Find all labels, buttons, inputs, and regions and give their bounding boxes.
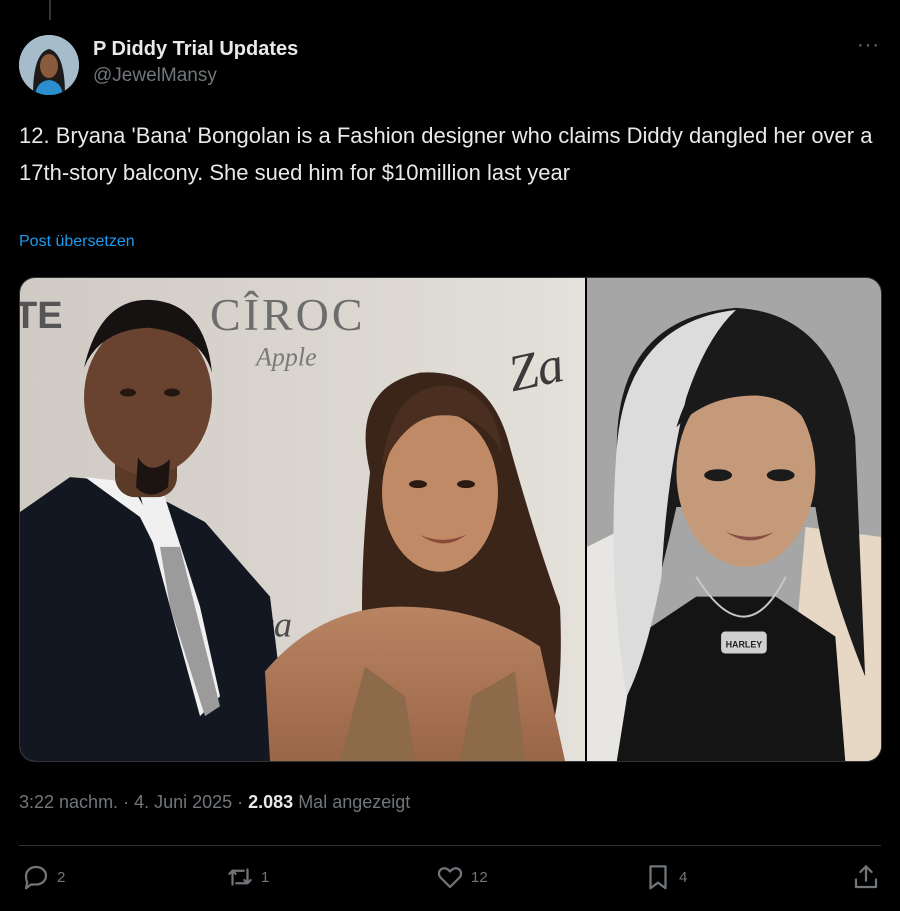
share-button[interactable] — [851, 862, 881, 892]
meta-separator: · — [232, 792, 249, 812]
repost-count: 1 — [261, 868, 270, 886]
repost-icon — [228, 868, 252, 886]
tweet-time[interactable]: 3:22 nachm. — [19, 792, 118, 812]
tweet-meta: 3:22 nachm. · 4. Juni 2025 · 2.083 Mal a… — [19, 792, 410, 813]
more-icon[interactable]: ··· — [857, 34, 880, 57]
views-label: Mal angezeigt — [293, 792, 411, 812]
avatar[interactable] — [19, 35, 79, 95]
bookmark-icon — [649, 865, 667, 890]
reply-icon — [24, 865, 48, 890]
backdrop-text-za: Za — [503, 336, 569, 403]
thread-line — [49, 0, 51, 20]
heart-icon — [437, 867, 463, 889]
like-button[interactable]: 12 — [435, 862, 488, 892]
media-photo-left[interactable]: TE CÎROC Apple Za aca — [20, 278, 585, 761]
bookmark-count: 4 — [679, 868, 688, 886]
author-block[interactable]: P Diddy Trial Updates @JewelMansy — [93, 35, 298, 89]
tweet-text: 12. Bryana 'Bana' Bongolan is a Fashion … — [19, 123, 873, 185]
author-handle[interactable]: @JewelMansy — [93, 63, 298, 89]
action-bar: 2 1 12 4 — [19, 862, 881, 902]
share-icon — [854, 865, 878, 889]
reply-count: 2 — [57, 868, 66, 886]
backdrop-text-apple: Apple — [254, 343, 317, 372]
tweet-media[interactable]: TE CÎROC Apple Za aca — [19, 277, 882, 762]
reply-button[interactable]: 2 — [21, 862, 65, 892]
tweet-date[interactable]: 4. Juni 2025 — [134, 792, 232, 812]
repost-button[interactable]: 1 — [225, 862, 269, 892]
backdrop-text-ciroc: CÎROC — [210, 289, 366, 340]
like-count: 12 — [471, 868, 488, 886]
author-display-name[interactable]: P Diddy Trial Updates — [93, 35, 298, 63]
media-photo-right[interactable]: HARLEY — [585, 278, 881, 761]
views-count: 2.083 — [248, 792, 294, 812]
meta-separator: · — [118, 792, 135, 812]
translate-link[interactable]: Post übersetzen — [19, 233, 135, 251]
shirt-text: HARLEY — [726, 639, 763, 649]
bookmark-button[interactable]: 4 — [643, 862, 687, 892]
divider — [19, 845, 881, 846]
backdrop-text-te: TE — [20, 295, 63, 337]
